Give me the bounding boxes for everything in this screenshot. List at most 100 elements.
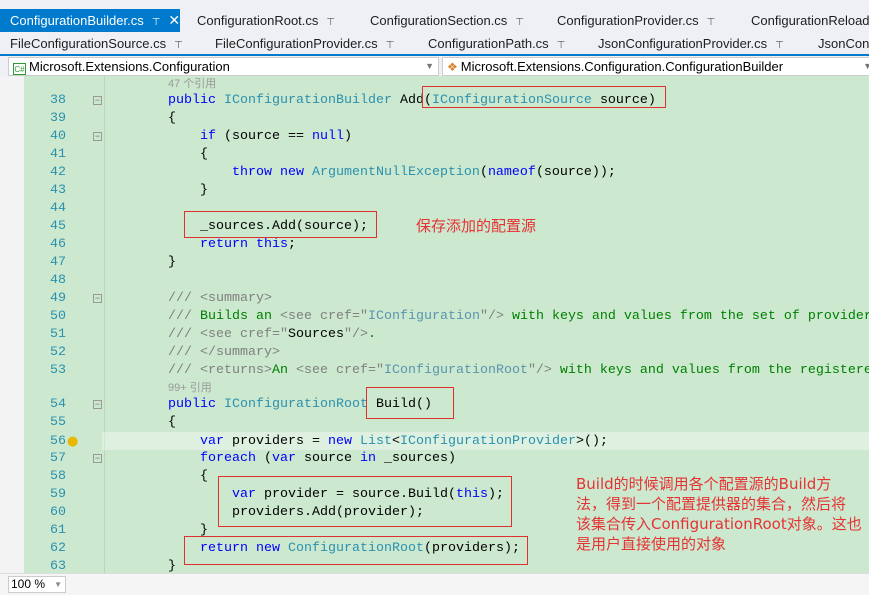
class-label: Microsoft.Extensions.Configuration.Confi… [460,59,784,74]
collapse-icon[interactable]: − [93,96,102,105]
pin-icon[interactable]: ⊤ [707,17,716,28]
collapse-icon[interactable]: − [93,400,102,409]
tab-configurationreload[interactable]: ConfigurationReload [751,9,869,32]
tab-fileconfigurationsource-cs[interactable]: FileConfigurationSource.cs ⊤ [0,32,183,55]
annotation-line: 是用户直接使用的对象 [576,535,727,553]
code-token: /// <returns> [168,363,272,378]
tab-label: JsonConf [818,36,869,51]
line-number: 58 [50,469,66,484]
code-token: Builds an [192,309,280,324]
code-text: var providers = new List<IConfigurationP… [168,433,608,451]
code-token: IConfigurationRoot [224,397,376,412]
code-text: { [168,414,176,432]
tab-jsonconfigurationprovider-cs[interactable]: JsonConfigurationProvider.cs ⊤ [598,32,784,55]
tab-label: ConfigurationBuilder.cs [10,13,144,28]
tab-label: ConfigurationProvider.cs [557,13,699,28]
line-number: 62 [50,541,66,556]
code-text: { [168,110,176,128]
code-token: >(); [575,434,608,449]
line-number: 48 [50,273,66,288]
tab-configurationroot-cs[interactable]: ConfigurationRoot.cs ⊤ [197,9,335,32]
line-number: 45 [50,219,66,234]
code-text: return this; [168,236,296,254]
reference-count-link[interactable]: 99+ 引用 [168,380,212,396]
code-line: 40 − if (source == null) [0,128,869,146]
code-token: (source == [224,129,312,144]
code-token: return this [168,237,288,252]
lightbulb-icon[interactable]: ● [67,433,78,451]
code-text: /// <returns>An <see cref="IConfiguratio… [168,362,869,380]
code-token: . [367,327,376,342]
class-dropdown[interactable]: ❖ Microsoft.Extensions.Configuration.Conf… [442,57,869,76]
line-number: 49 [50,291,66,306]
close-icon[interactable]: ✕ [168,12,180,28]
highlight-box-build [366,387,454,419]
code-line: 51 /// <see cref="Sources"/>. [0,326,869,344]
pin-icon[interactable]: ⊤ [152,17,161,28]
code-line: 47} [0,254,869,272]
line-number: 43 [50,183,66,198]
tab-jsonconf[interactable]: JsonConf [818,32,869,55]
code-token: { [168,111,176,126]
code-line: 53 /// <returns>An <see cref="IConfigurat… [0,362,869,380]
code-text: throw new ArgumentNullException(nameof(s… [168,164,616,182]
code-token: An [271,363,296,378]
editor-status-bar: 100 % ▼ [0,573,869,595]
code-token: "/> [527,363,552,378]
collapse-icon[interactable]: − [93,132,102,141]
line-number: 61 [50,523,66,538]
highlight-box-return [184,536,528,565]
chevron-down-icon: ▼ [425,61,434,71]
code-token: public [168,93,224,108]
tab-configurationpath-cs[interactable]: ConfigurationPath.cs ⊤ [428,32,565,55]
code-text: /// </summary> [168,344,280,362]
annotation-add-source: 保存添加的配置源 [416,217,537,235]
code-token: { [168,415,176,430]
pin-icon[interactable]: ⊤ [386,40,395,51]
line-number: 41 [50,147,66,162]
code-token: providers = [232,434,328,449]
reference-count-link[interactable]: 47 个引用 [168,76,216,92]
collapse-icon[interactable]: − [93,294,102,303]
tab-configurationprovider-cs[interactable]: ConfigurationProvider.cs ⊤ [557,9,715,32]
code-token: ; [287,237,296,252]
collapse-icon[interactable]: − [93,454,102,463]
code-token: foreach [168,451,264,466]
code-line: 52 /// </summary> [0,344,869,362]
code-token: /// [168,309,192,324]
tab-configurationsection-cs[interactable]: ConfigurationSection.cs ⊤ [370,9,524,32]
code-editor[interactable]: 47 个引用 38− public IConfigurationBuilder Ad… [0,76,869,573]
code-text: foreach (var source in _sources) [168,450,456,468]
code-text: } [168,182,208,200]
zoom-dropdown[interactable]: 100 % ▼ [8,576,66,593]
code-text: } [168,558,176,573]
code-token: IConfigurationRoot [383,363,528,378]
line-number: 40 [50,129,66,144]
tab-label: ConfigurationRoot.cs [197,13,319,28]
code-line: 49 − /// <summary> [0,290,869,308]
code-token: new [327,434,360,449]
code-line: 46 return this; [0,236,869,254]
namespace-dropdown[interactable]: C# Microsoft.Extensions.Configuration ▼ [8,57,439,76]
pin-icon[interactable]: ⊤ [557,40,566,51]
code-token: nameof [487,165,536,180]
tab-configurationbuilder-cs[interactable]: ConfigurationBuilder.cs ⊤ ✕ [0,9,181,32]
tab-label: FileConfigurationSource.cs [10,36,167,51]
line-number: 50 [50,309,66,324]
code-token: { [168,469,208,484]
pin-icon[interactable]: ⊤ [515,17,524,28]
line-number: 46 [50,237,66,252]
code-text: /// Builds an <see cref="IConfiguration"… [168,308,869,326]
tab-fileconfigurationprovider-cs[interactable]: FileConfigurationProvider.cs ⊤ [215,32,394,55]
code-token: var [271,451,304,466]
namespace-label: Microsoft.Extensions.Configuration [29,59,230,74]
code-token: if [168,129,224,144]
code-token: ArgumentNullException [311,165,480,180]
code-token: ) [343,129,352,144]
pin-icon[interactable]: ⊤ [174,40,183,51]
pin-icon[interactable]: ⊤ [326,17,335,28]
code-token: _sources) [383,451,456,466]
code-text: if (source == null) [168,128,352,146]
pin-icon[interactable]: ⊤ [775,40,784,51]
line-number: 51 [50,327,66,342]
